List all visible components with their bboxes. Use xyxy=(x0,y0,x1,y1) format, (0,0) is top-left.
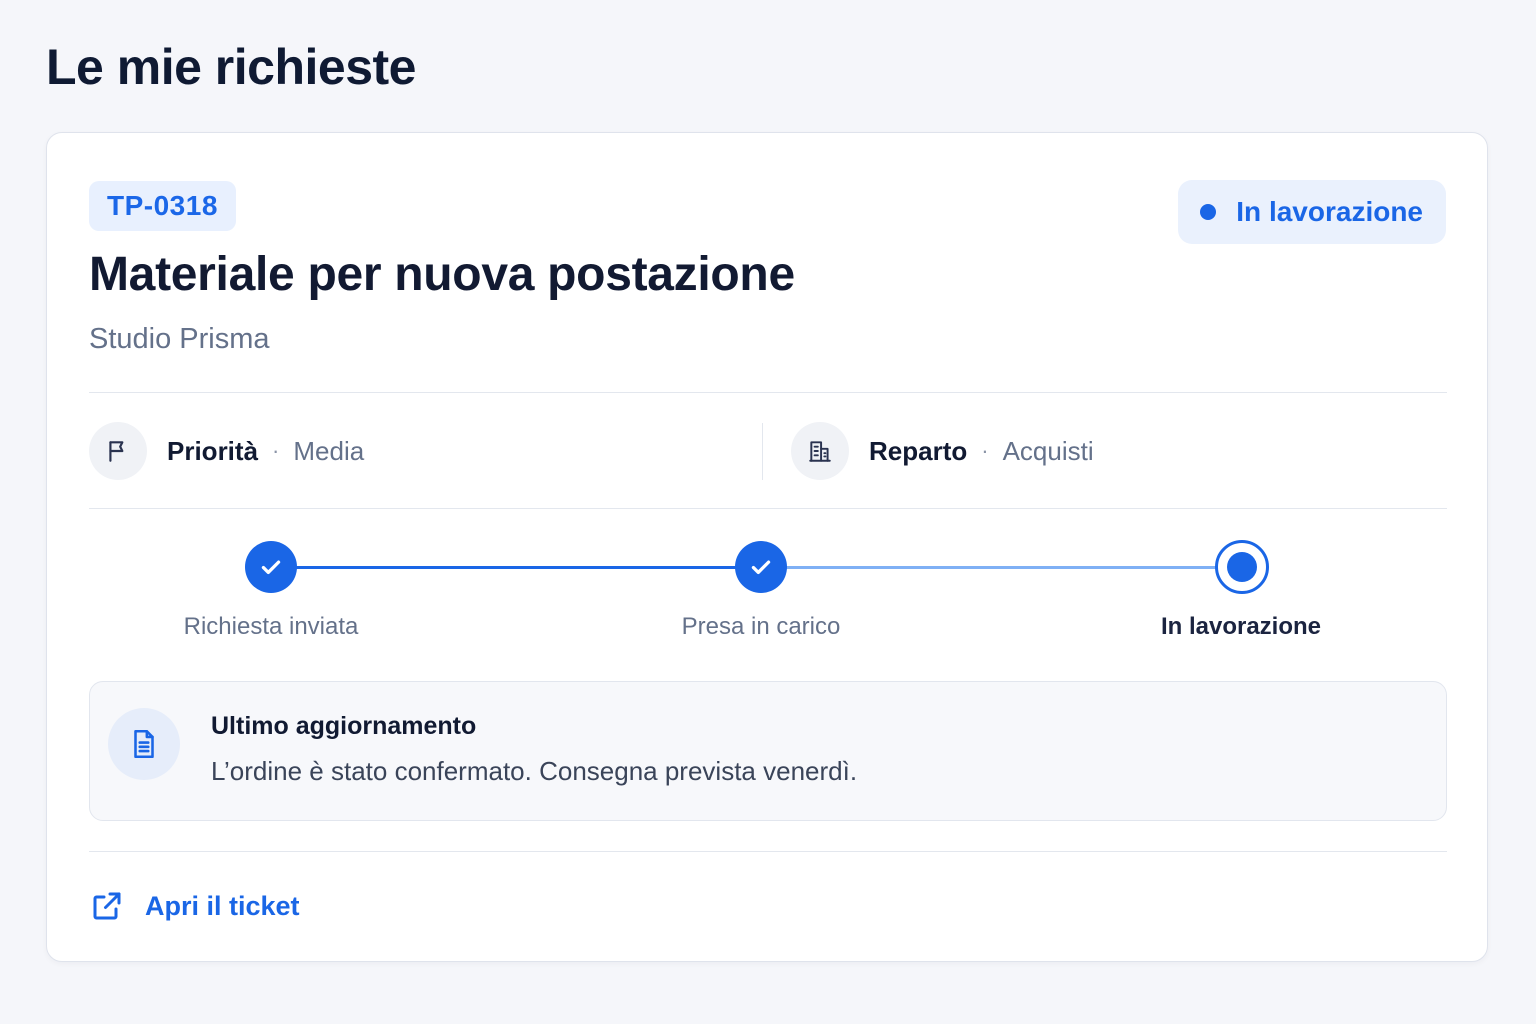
department-value: Acquisti xyxy=(1002,435,1094,466)
open-ticket-link[interactable]: Apri il ticket xyxy=(89,888,300,924)
status-badge: In lavorazione xyxy=(1178,180,1446,244)
divider xyxy=(89,392,1447,393)
meta-separator: · xyxy=(981,438,989,463)
progress-stepper: Richiesta inviata Presa in carico In lav… xyxy=(47,533,1487,653)
building-icon xyxy=(791,422,849,480)
divider xyxy=(89,508,1447,509)
update-text: L’ordine è stato confermato. Consegna pr… xyxy=(211,756,858,786)
priority-label: Priorità xyxy=(167,435,259,466)
step-current-dot xyxy=(1227,552,1257,582)
flag-icon xyxy=(89,422,147,480)
document-icon xyxy=(108,708,180,780)
step-label: Presa in carico xyxy=(681,613,841,640)
ticket-company: Studio Prisma xyxy=(89,323,270,355)
department-label: Reparto xyxy=(869,435,968,466)
status-label: In lavorazione xyxy=(1236,196,1423,227)
step-connector-done xyxy=(271,566,737,569)
priority-meta: Priorità · Media xyxy=(89,422,364,480)
step-connector-active xyxy=(761,566,1217,569)
meta-divider xyxy=(762,423,763,480)
page-title: Le mie richieste xyxy=(46,39,416,95)
ticket-title: Materiale per nuova postazione xyxy=(89,248,795,301)
last-update-panel: Ultimo aggiornamento L’ordine è stato co… xyxy=(89,681,1447,821)
step-label: Richiesta inviata xyxy=(183,613,359,640)
step-2-check-icon xyxy=(735,541,787,593)
department-meta: Reparto · Acquisti xyxy=(791,422,1094,480)
step-3-current-indicator xyxy=(1215,540,1269,594)
divider xyxy=(89,851,1447,852)
ticket-id-badge: TP-0318 xyxy=(89,181,236,231)
external-link-icon xyxy=(89,888,145,924)
open-ticket-label: Apri il ticket xyxy=(145,890,300,921)
status-dot xyxy=(1200,204,1217,220)
ticket-card: TP-0318 In lavorazione Materiale per nuo… xyxy=(46,132,1488,962)
priority-value: Media xyxy=(293,435,365,466)
step-1-check-icon xyxy=(245,541,297,593)
step-label-current: In lavorazione xyxy=(1160,613,1322,640)
meta-separator: · xyxy=(272,438,280,463)
update-title: Ultimo aggiornamento xyxy=(211,712,477,740)
